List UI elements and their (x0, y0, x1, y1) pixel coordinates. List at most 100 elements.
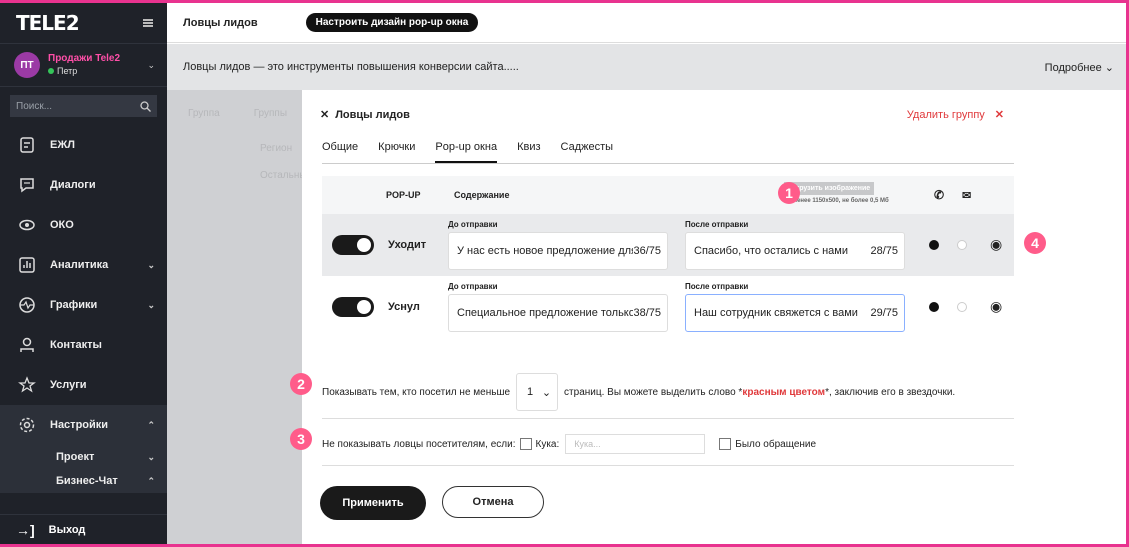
field-value: Наш сотрудник свяжется с вами (694, 307, 858, 319)
page-title: Ловцы лидов (183, 16, 258, 29)
chevron-down-icon: ⌄ (147, 451, 155, 462)
divider (322, 418, 1014, 419)
toggle-switch[interactable] (332, 235, 374, 255)
col-content: Содержание (454, 190, 510, 200)
before-label: До отправки (448, 282, 498, 291)
sidebar-subitem-project[interactable]: Проект ⌄ (0, 445, 167, 469)
logout-icon: →] (16, 521, 35, 538)
row-label: Уснул (388, 301, 420, 313)
divider (322, 465, 1014, 466)
sidebar-item-settings[interactable]: Настройки ⌃ (0, 405, 167, 445)
sidebar-item-ejl[interactable]: ЕЖЛ (0, 125, 167, 165)
sidebar-item-dialogs[interactable]: Диалоги (0, 165, 167, 205)
char-counter: 36/75 (633, 245, 661, 257)
bg-col-group: Группа (188, 108, 220, 119)
radio-selected[interactable] (929, 302, 939, 312)
search-placeholder: Поиск... (16, 100, 53, 112)
sidebar-subitem-business-chat[interactable]: Бизнес-Чат ⌃ (0, 469, 167, 493)
radio-option[interactable] (957, 240, 967, 250)
sidebar-item-charts[interactable]: Графики ⌄ (0, 285, 167, 325)
after-field-wrap: После отправки Наш сотрудник свяжется с … (685, 282, 905, 332)
more-label: Подробнее (1044, 61, 1102, 74)
preview-eye-icon[interactable]: ◉ (990, 298, 1002, 315)
menu-icon[interactable] (143, 19, 153, 27)
sidebar-item-label: Аналитика (50, 259, 109, 271)
search-icon[interactable] (140, 100, 151, 112)
tab-general[interactable]: Общие (322, 138, 358, 163)
before-field-wrap: До отправки Специальное предложение толь… (448, 282, 668, 332)
user-icon (16, 334, 38, 356)
close-icon: ✕ (994, 109, 1004, 121)
phone-icon[interactable]: ✆ (934, 188, 944, 202)
delete-group-button[interactable]: Удалить группу ✕ (907, 108, 1004, 121)
col-popup: POP-UP (386, 190, 421, 200)
lead-catchers-modal: ✕ Ловцы лидов Удалить группу ✕ Общие Крючк… (302, 90, 1126, 544)
before-send-input[interactable]: Специальное предложение только дл 38/75 (448, 294, 668, 332)
after-send-input[interactable]: Спасибо, что остались с нами 28/75 (685, 232, 905, 270)
show-text: Показывать тем, кто посетил не меньше (322, 386, 511, 398)
avatar: ПТ (14, 52, 40, 78)
sidebar-item-label: Графики (50, 299, 98, 311)
hide-condition-row: Не показывать ловцы посетителям, если: К… (322, 434, 816, 454)
pages-select[interactable]: 1 ⌄ (516, 373, 559, 411)
table-row: Уснул До отправки Специальное предложени… (322, 276, 1014, 338)
online-dot-icon (48, 68, 54, 74)
show-condition-row: Показывать тем, кто посетил не меньше 1 … (322, 373, 955, 411)
after-field-wrap: После отправки Спасибо, что остались с н… (685, 220, 905, 270)
tab-popup[interactable]: Pop-up окна (435, 138, 498, 163)
sidebar-search-input[interactable]: Поиск... (10, 95, 157, 117)
design-popup-button[interactable]: Настроить дизайн pop-up окна (305, 13, 479, 32)
show-text-2: страниц. Вы можете выделить слово * (564, 386, 743, 398)
logout-button[interactable]: →] Выход (0, 514, 167, 544)
cookie-checkbox[interactable] (519, 438, 532, 450)
sidebar-subitem-label: Проект (56, 451, 95, 463)
popup-table: POP-UP Содержание Загрузить изображение … (322, 176, 1014, 338)
row-label: Уходит (388, 239, 427, 251)
chevron-up-icon: ⌃ (147, 475, 155, 486)
cancel-button[interactable]: Отмена (442, 486, 544, 518)
tab-hooks[interactable]: Крючки (378, 138, 415, 163)
tab-quiz[interactable]: Квиз (517, 138, 540, 163)
modal-tabs: Общие Крючки Pop-up окна Квиз Саджесты (322, 138, 1014, 164)
annotation-badge: 4 (1024, 232, 1046, 254)
after-label: После отправки (685, 282, 749, 291)
sidebar-item-label: ЕЖЛ (50, 139, 75, 151)
mail-icon[interactable]: ✉ (962, 189, 971, 202)
radio-option[interactable] (957, 302, 967, 312)
sidebar-item-label: ОКО (50, 219, 74, 231)
sidebar-subitem-label: Бизнес-Чат (56, 475, 118, 487)
tab-suggests[interactable]: Саджесты (561, 138, 614, 163)
before-send-input[interactable]: У нас есть новое предложение для ва 36/7… (448, 232, 668, 270)
star-icon (16, 374, 38, 396)
apply-button[interactable]: Применить (320, 486, 426, 520)
sidebar-item-contacts[interactable]: Контакты (0, 325, 167, 365)
sidebar-item-services[interactable]: Услуги (0, 365, 167, 405)
sidebar-item-label: Контакты (50, 339, 102, 351)
cookie-input[interactable]: Кука... (565, 434, 706, 454)
sidebar-item-analytics[interactable]: Аналитика ⌄ (0, 245, 167, 285)
red-word: красным цветом (742, 386, 826, 398)
sidebar-item-label: Диалоги (50, 179, 96, 191)
account-info: Продажи Tele2 Петр (48, 53, 147, 77)
eye-icon (16, 214, 38, 236)
logout-label: Выход (48, 523, 86, 536)
chevron-up-icon: ⌃ (147, 419, 155, 430)
chevron-down-icon: ⌄ (147, 59, 155, 70)
radio-selected[interactable] (929, 240, 939, 250)
char-counter: 29/75 (870, 307, 898, 319)
account-name: Продажи Tele2 (48, 53, 121, 64)
info-bar: Ловцы лидов — это инструменты повышения … (167, 44, 1126, 90)
after-send-input[interactable]: Наш сотрудник свяжется с вами 29/75 (685, 294, 905, 332)
chevron-down-icon: ⌄ (541, 386, 552, 399)
account-switcher[interactable]: ПТ Продажи Tele2 Петр ⌄ (0, 43, 167, 87)
preview-eye-icon[interactable]: ◉ (990, 236, 1002, 253)
toggle-switch[interactable] (332, 297, 374, 317)
more-link[interactable]: Подробнее ⌄ (1045, 61, 1114, 74)
annotation-badge: 3 (290, 428, 312, 450)
logo-row: TELE2 (0, 3, 167, 43)
hide-text: Не показывать ловцы посетителям, если: (322, 438, 516, 450)
sidebar-item-oko[interactable]: ОКО (0, 205, 167, 245)
contacted-checkbox[interactable] (719, 438, 732, 450)
close-icon[interactable]: ✕ (320, 109, 329, 121)
top-header: Ловцы лидов Настроить дизайн pop-up окна (167, 3, 1126, 43)
